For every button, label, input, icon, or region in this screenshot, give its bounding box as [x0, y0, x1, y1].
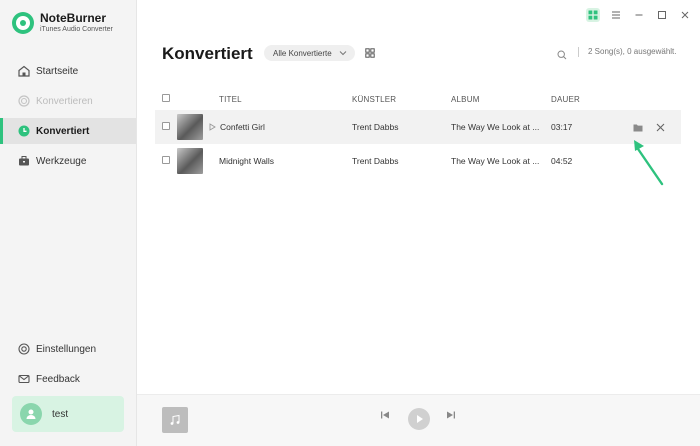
- home-icon: [17, 65, 30, 78]
- song-duration: 03:17: [551, 122, 573, 132]
- sidebar-item-label: Konvertieren: [36, 95, 93, 107]
- sidebar-item-startseite[interactable]: Startseite: [0, 58, 136, 84]
- filter-dropdown[interactable]: Alle Konvertierte: [264, 45, 355, 61]
- avatar: [20, 403, 42, 425]
- sidebar: NoteBurner iTunes Audio Converter Starts…: [0, 0, 137, 446]
- play-icon: [416, 415, 423, 423]
- user-icon: [26, 409, 36, 419]
- song-title: Midnight Walls: [219, 156, 274, 166]
- player-bar: [137, 394, 700, 446]
- now-playing-cover: [162, 407, 188, 433]
- sidebar-item-einstellungen[interactable]: Einstellungen: [0, 336, 136, 362]
- settings-icon: [17, 343, 30, 356]
- user-card[interactable]: test: [12, 396, 124, 432]
- row-checkbox[interactable]: [162, 156, 170, 164]
- sidebar-item-label: Werkzeuge: [36, 155, 87, 167]
- song-duration: 04:52: [551, 156, 573, 166]
- header-divider: [578, 47, 579, 57]
- play-pause-button[interactable]: [408, 408, 430, 430]
- delete-icon[interactable]: [653, 120, 667, 134]
- column-artist[interactable]: KÜNSTLER: [352, 95, 451, 104]
- row-checkbox[interactable]: [162, 122, 170, 130]
- song-artist: Trent Dabbs: [352, 122, 399, 132]
- brand-subtitle: iTunes Audio Converter: [40, 26, 113, 33]
- column-title[interactable]: TITEL: [219, 95, 352, 104]
- select-all-checkbox[interactable]: [162, 94, 170, 102]
- table-row[interactable]: Midnight Walls Trent Dabbs The Way We Lo…: [155, 144, 681, 178]
- sidebar-nav: Startseite Konvertieren Konvertiert Werk…: [0, 58, 136, 178]
- sidebar-item-konvertieren[interactable]: Konvertieren: [0, 88, 136, 114]
- page-title: Konvertiert: [162, 44, 253, 63]
- brand-name: NoteBurner: [40, 11, 107, 25]
- table-row[interactable]: Confetti Girl Trent Dabbs The Way We Loo…: [155, 110, 681, 144]
- main-panel: Konvertiert Alle Konvertierte 2 Song(s),…: [137, 0, 700, 446]
- sidebar-item-konvertiert[interactable]: Konvertiert: [0, 118, 136, 144]
- sidebar-item-werkzeuge[interactable]: Werkzeuge: [0, 148, 136, 174]
- next-track-icon[interactable]: [446, 410, 456, 420]
- folder-icon[interactable]: [631, 120, 645, 134]
- sidebar-item-label: Feedback: [36, 373, 80, 385]
- toolbox-icon: [17, 155, 30, 168]
- column-duration[interactable]: DAUER: [551, 95, 631, 104]
- table-header: TITEL KÜNSTLER ALBUM DAUER: [155, 88, 681, 110]
- previous-track-icon[interactable]: [380, 410, 390, 420]
- song-table: TITEL KÜNSTLER ALBUM DAUER Confetti Girl…: [155, 88, 681, 178]
- song-artist: Trent Dabbs: [352, 156, 399, 166]
- mail-icon: [17, 373, 30, 386]
- album-art: [177, 148, 203, 174]
- filter-label: Alle Konvertierte: [273, 48, 332, 58]
- album-view-icon[interactable]: [363, 46, 377, 60]
- song-title: Confetti Girl: [220, 122, 265, 132]
- search-icon[interactable]: [557, 47, 567, 65]
- annotation-arrow-icon: [628, 136, 668, 193]
- clock-icon: [17, 125, 30, 138]
- user-name: test: [52, 408, 69, 420]
- music-note-icon: [170, 414, 180, 425]
- convert-icon: [17, 95, 30, 108]
- column-album[interactable]: ALBUM: [451, 95, 551, 104]
- chevron-down-icon: [339, 50, 347, 56]
- noteburner-logo-icon: [12, 12, 34, 34]
- song-count: 2 Song(s), 0 ausgewählt.: [588, 47, 677, 56]
- play-icon[interactable]: [209, 123, 216, 131]
- sidebar-item-feedback[interactable]: Feedback: [0, 366, 136, 392]
- sidebar-item-label: Startseite: [36, 65, 79, 77]
- song-album: The Way We Look at ...: [451, 156, 540, 166]
- sidebar-bottom-nav: Einstellungen Feedback: [0, 336, 136, 396]
- song-album: The Way We Look at ...: [451, 122, 540, 132]
- sidebar-item-label: Einstellungen: [36, 343, 97, 355]
- brand: NoteBurner iTunes Audio Converter: [12, 12, 113, 34]
- sidebar-item-label: Konvertiert: [36, 125, 90, 137]
- album-art: [177, 114, 203, 140]
